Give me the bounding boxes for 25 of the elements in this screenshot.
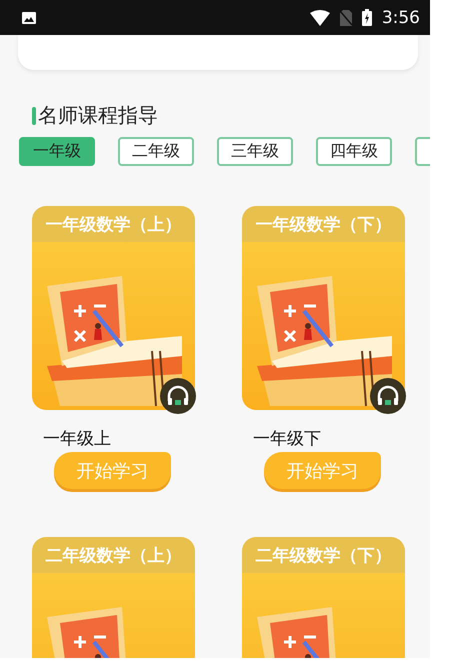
grade-tab[interactable]: 四年级 bbox=[316, 137, 392, 166]
image-icon bbox=[22, 12, 36, 24]
grade-tab[interactable]: 二年级 bbox=[118, 137, 194, 166]
section-title: 名师课程指导 bbox=[38, 102, 158, 129]
wifi-icon bbox=[310, 10, 330, 26]
title-accent-bar bbox=[32, 106, 36, 124]
grade-tab[interactable]: 一年级 bbox=[19, 137, 95, 166]
battery-charging-icon bbox=[362, 9, 372, 26]
headphones-icon[interactable] bbox=[160, 378, 196, 414]
cover-title: 一年级数学（上） bbox=[32, 206, 195, 242]
cover-title: 一年级数学（下） bbox=[242, 206, 405, 242]
start-learning-button[interactable]: 开始学习 bbox=[54, 452, 171, 489]
grade-tab[interactable]: 三年级 bbox=[217, 137, 293, 166]
start-learning-button[interactable]: 开始学习 bbox=[264, 452, 381, 489]
course-name: 一年级上 bbox=[43, 428, 112, 450]
headphones-icon[interactable] bbox=[370, 378, 406, 414]
course-cover[interactable]: 一年级数学（上） bbox=[32, 206, 195, 410]
course-cover[interactable]: 二年级数学（上） bbox=[32, 537, 195, 658]
cover-title: 二年级数学（上） bbox=[32, 537, 195, 573]
status-time: 3:56 bbox=[382, 8, 420, 28]
cover-title: 二年级数学（下） bbox=[242, 537, 405, 573]
course-cover[interactable]: 一年级数学（下） bbox=[242, 206, 405, 410]
no-sim-icon bbox=[340, 10, 352, 26]
course-cover[interactable]: 二年级数学（下） bbox=[242, 537, 405, 658]
course-name: 一年级下 bbox=[253, 428, 322, 450]
